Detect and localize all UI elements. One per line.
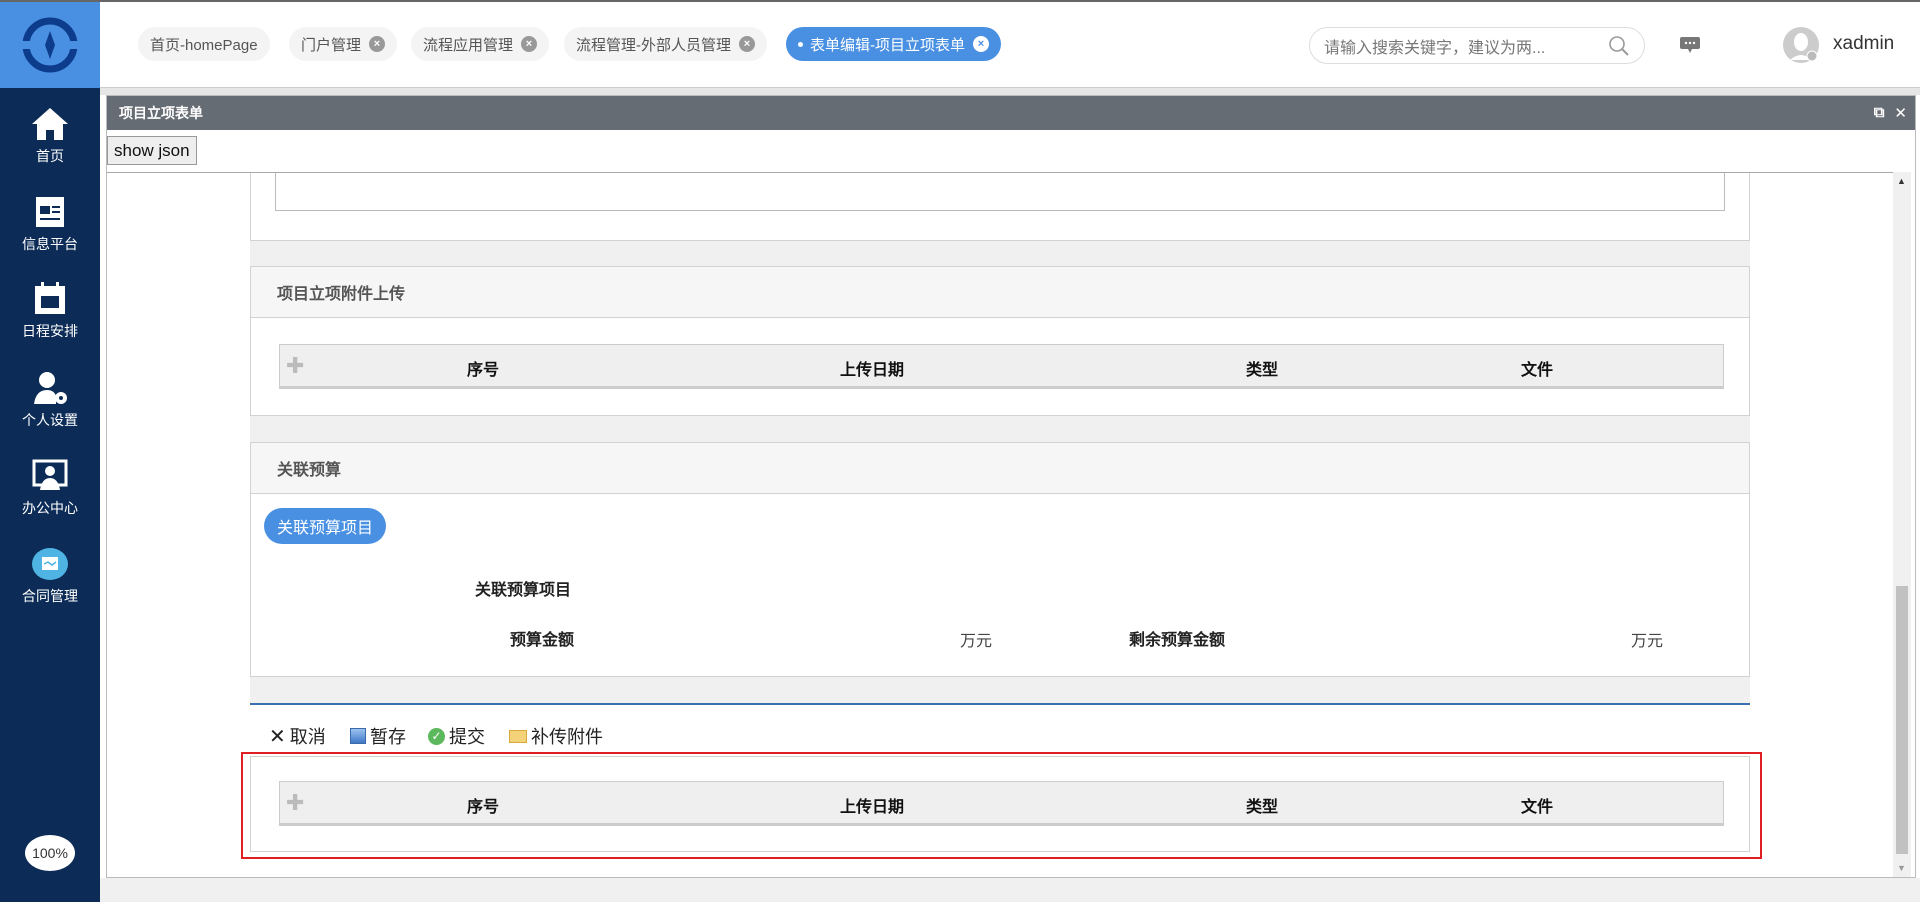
app-logo[interactable]: [0, 2, 100, 88]
sidebar-item-label: 合同管理: [22, 588, 78, 604]
window-titlebar: 项目立项表单 ⧉ ✕: [107, 96, 1915, 130]
upload-attachment-button[interactable]: 补传附件: [509, 723, 603, 749]
attachment-panel: 项目立项附件上传 ✚ 序号 上传日期 类型 文件: [250, 266, 1750, 416]
logo-icon: [22, 17, 78, 73]
tab-external-staff[interactable]: 流程管理-外部人员管理 ×: [564, 27, 767, 61]
check-icon: ✓: [428, 727, 445, 745]
tab-label: 流程应用管理: [423, 36, 514, 54]
column-header: 文件: [1520, 362, 1554, 379]
active-dot-icon: [798, 41, 803, 47]
message-icon[interactable]: [1679, 36, 1701, 54]
restore-icon[interactable]: ⧉: [1874, 104, 1885, 122]
tab-label: 流程管理-外部人员管理: [576, 36, 731, 54]
sidebar-item-label: 个人设置: [22, 412, 78, 428]
scroll-down-icon[interactable]: ▼: [1897, 863, 1906, 873]
sidebar-item-office[interactable]: 办公中心: [0, 458, 100, 518]
column-header: 上传日期: [839, 362, 905, 379]
form-content: 项目立项附件上传 ✚ 序号 上传日期 类型 文件 关联预算 关联预算项目 关联预…: [107, 172, 1893, 877]
header-divider: [100, 88, 1920, 95]
close-icon[interactable]: ×: [973, 36, 989, 52]
folder-icon: [509, 729, 527, 743]
sidebar-item-home[interactable]: 首页: [0, 106, 100, 166]
close-icon: ✕: [269, 725, 286, 748]
budget-amount-unit: 万元: [960, 633, 993, 650]
panel-title: 项目立项附件上传: [251, 267, 1749, 318]
sidebar-item-settings[interactable]: 个人设置: [0, 370, 100, 430]
close-icon[interactable]: ×: [739, 36, 755, 52]
save-label: 暂存: [370, 727, 406, 747]
home-icon: [32, 108, 68, 140]
description-panel: [250, 173, 1750, 241]
close-icon[interactable]: ✕: [1894, 104, 1907, 122]
close-icon[interactable]: ×: [521, 36, 538, 52]
form-window: 项目立项表单 ⧉ ✕ show json 项目立项附件上传 ✚ 序号 上传日期 类…: [106, 95, 1916, 878]
sidebar: 首页 信息平台 日程安排 个人设置 办公中心 合同管理 100%: [0, 88, 100, 902]
column-header: 类型: [1245, 362, 1279, 379]
save-icon: [350, 728, 366, 744]
show-json-button[interactable]: show json: [107, 136, 197, 165]
budget-amount-label: 预算金额: [510, 632, 575, 649]
avatar[interactable]: [1782, 26, 1820, 64]
tab-label: 首页-homePage: [150, 36, 258, 54]
user-name[interactable]: xadmin: [1833, 33, 1894, 55]
panel-title: 关联预算: [251, 443, 1749, 494]
tab-label: 表单编辑-项目立项表单: [810, 36, 965, 54]
submit-button[interactable]: ✓ 提交: [428, 723, 485, 749]
description-textarea[interactable]: [275, 173, 1725, 211]
column-header: 序号: [466, 362, 500, 379]
tab-process-app[interactable]: 流程应用管理 ×: [411, 27, 550, 61]
budget-panel: 关联预算 关联预算项目 关联预算项目 预算金额 万元 剩余预算金额 万元: [250, 442, 1750, 677]
save-draft-button[interactable]: 暂存: [350, 723, 406, 749]
submit-label: 提交: [449, 727, 485, 747]
attachment-table-header: ✚ 序号 上传日期 类型 文件: [279, 344, 1724, 389]
search-icon[interactable]: [1608, 35, 1630, 57]
monitor-user-icon: [32, 459, 68, 490]
highlight-box: [241, 752, 1762, 859]
search-input[interactable]: 请输入搜索关键字，建议为两...: [1309, 27, 1645, 64]
sidebar-item-label: 首页: [36, 148, 64, 164]
add-row-icon[interactable]: ✚: [286, 355, 304, 377]
scroll-up-icon[interactable]: ▲: [1897, 176, 1906, 186]
toolbar-divider: [250, 703, 1750, 705]
attach-label: 补传附件: [531, 727, 603, 747]
scrollbar[interactable]: ▲ ▼: [1893, 172, 1911, 877]
budget-item-label: 关联预算项目: [475, 582, 572, 599]
calendar-icon: [35, 282, 65, 314]
cancel-label: 取消: [289, 727, 326, 747]
bottom-bar: [100, 878, 1920, 902]
remaining-budget-unit: 万元: [1631, 633, 1664, 650]
sidebar-item-schedule[interactable]: 日程安排: [0, 281, 100, 341]
cancel-button[interactable]: ✕ 取消: [269, 723, 326, 749]
contract-icon: [32, 548, 68, 580]
tab-home[interactable]: 首页-homePage: [138, 27, 270, 61]
sidebar-item-info[interactable]: 信息平台: [0, 194, 100, 254]
top-header: 首页-homePage 门户管理 × 流程应用管理 × 流程管理-外部人员管理 × 表…: [100, 2, 1920, 88]
tab-label: 门户管理: [301, 36, 362, 54]
sidebar-item-label: 信息平台: [22, 236, 78, 252]
close-icon[interactable]: ×: [369, 36, 386, 52]
search-placeholder: 请输入搜索关键字，建议为两...: [1324, 39, 1546, 57]
window-title: 项目立项表单: [119, 105, 203, 121]
sidebar-item-label: 日程安排: [22, 323, 78, 339]
tab-form-edit[interactable]: 表单编辑-项目立项表单 ×: [786, 27, 1001, 61]
newspaper-icon: [36, 197, 64, 227]
sidebar-item-label: 办公中心: [22, 500, 78, 516]
tab-portal[interactable]: 门户管理 ×: [289, 27, 398, 61]
user-gear-icon: [34, 372, 67, 404]
zoom-level[interactable]: 100%: [25, 835, 75, 871]
sidebar-item-contract[interactable]: 合同管理: [0, 546, 100, 606]
link-budget-button[interactable]: 关联预算项目: [264, 508, 387, 544]
scrollbar-thumb[interactable]: [1896, 586, 1908, 854]
remaining-budget-label: 剩余预算金额: [1129, 632, 1226, 649]
